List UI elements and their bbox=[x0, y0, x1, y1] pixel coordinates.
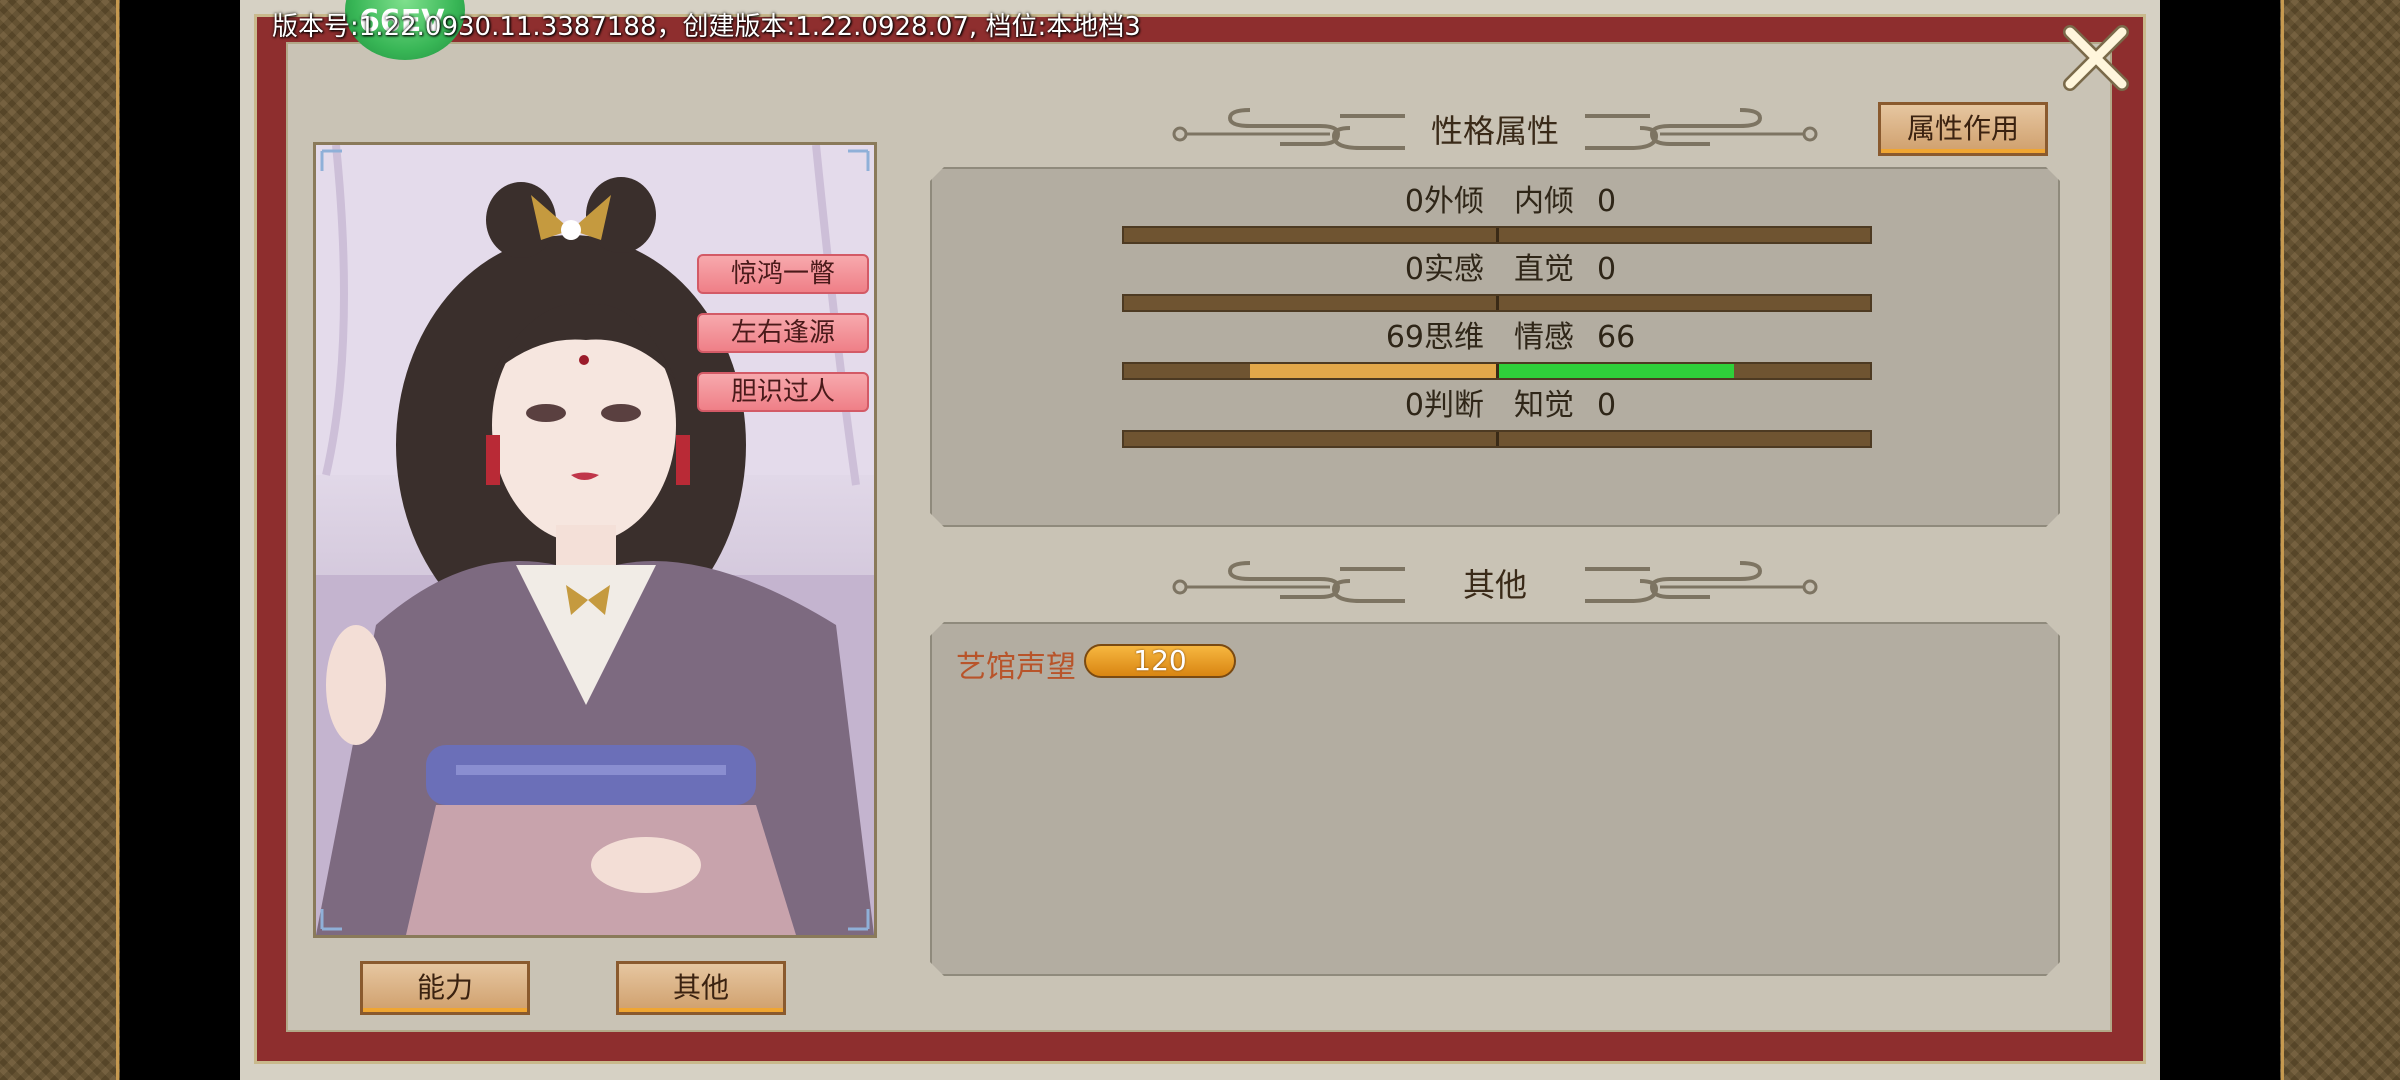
trait-right-value: 66 bbox=[1597, 320, 1636, 355]
right-gold-line bbox=[2281, 0, 2284, 1080]
trait-right-label: 知觉 bbox=[1514, 388, 1574, 423]
trait-midline bbox=[1496, 364, 1499, 378]
trait-midline bbox=[1496, 296, 1499, 310]
trait-left-label: 外倾 bbox=[1424, 184, 1484, 219]
left-black-band bbox=[120, 0, 240, 1080]
trait-right-label: 直觉 bbox=[1514, 252, 1574, 287]
personality-panel bbox=[930, 167, 2060, 527]
character-tag[interactable]: 胆识过人 bbox=[697, 372, 869, 412]
close-icon bbox=[2063, 25, 2129, 91]
trait-left-label: 实感 bbox=[1424, 252, 1484, 287]
trait-left-value: 0 bbox=[1404, 252, 1424, 287]
trait-left-label: 判断 bbox=[1424, 388, 1484, 423]
trait-bar bbox=[1122, 294, 1872, 312]
trait-left-fill bbox=[1250, 364, 1496, 378]
left-cloud-ornament bbox=[1172, 561, 1405, 603]
version-info: 版本号:1.22.0930.11.3387188，创建版本:1.22.0928.… bbox=[272, 12, 1141, 42]
personality-section-title: 性格属性 bbox=[1430, 112, 1559, 150]
game-screen: 66EV 版本号:1.22.0930.11.3387188，创建版本:1.22.… bbox=[0, 0, 2400, 1080]
trait-right-fill bbox=[1499, 364, 1734, 378]
character-tag-list: 惊鸿一瞥 左右逢源 胆识过人 bbox=[697, 254, 869, 431]
fame-value-badge: 120 bbox=[1084, 644, 1236, 678]
fame-label: 艺馆声望 bbox=[956, 650, 1076, 685]
character-tag[interactable]: 惊鸿一瞥 bbox=[697, 254, 869, 294]
left-gold-line bbox=[116, 0, 119, 1080]
trait-left-value: 0 bbox=[1404, 184, 1424, 219]
trait-left-label: 思维 bbox=[1424, 320, 1484, 355]
other-section-title: 其他 bbox=[1462, 566, 1527, 604]
trait-bar bbox=[1122, 430, 1872, 448]
left-cloud-ornament bbox=[1172, 108, 1405, 150]
other-tab-button[interactable]: 其他 bbox=[616, 961, 786, 1015]
attribute-effect-button[interactable]: 属性作用 bbox=[1878, 102, 2048, 156]
ability-tab-button[interactable]: 能力 bbox=[360, 961, 530, 1015]
trait-left-value: 0 bbox=[1404, 388, 1424, 423]
trait-bar bbox=[1122, 362, 1872, 380]
character-tag[interactable]: 左右逢源 bbox=[697, 313, 869, 353]
trait-right-value: 0 bbox=[1597, 388, 1617, 423]
trait-bar bbox=[1122, 226, 1872, 244]
right-cloud-ornament bbox=[1585, 108, 1818, 150]
right-cloud-ornament bbox=[1585, 561, 1818, 603]
close-button[interactable] bbox=[2056, 18, 2136, 98]
right-black-band bbox=[2160, 0, 2280, 1080]
trait-right-value: 0 bbox=[1597, 184, 1617, 219]
trait-midline bbox=[1496, 228, 1499, 242]
trait-right-label: 情感 bbox=[1514, 320, 1574, 355]
trait-right-value: 0 bbox=[1597, 252, 1617, 287]
trait-midline bbox=[1496, 432, 1499, 446]
trait-left-value: 69 bbox=[1385, 320, 1424, 355]
trait-right-label: 内倾 bbox=[1514, 184, 1574, 219]
